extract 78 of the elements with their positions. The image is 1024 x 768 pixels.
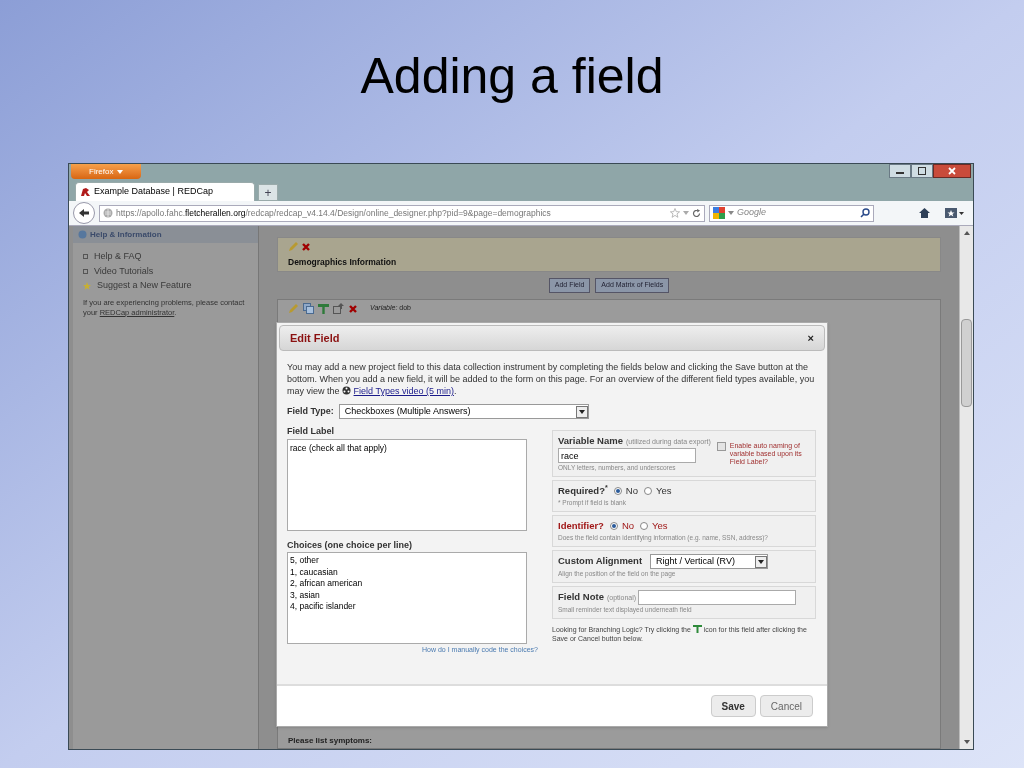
- radio-label: No: [625, 484, 638, 498]
- field-label: Variable Name: [558, 434, 623, 448]
- slide-title: Adding a field: [360, 47, 664, 106]
- tab-title: Example Database | REDCap: [94, 185, 213, 199]
- auto-naming-checkbox[interactable]: [716, 442, 726, 451]
- field-label-text: Please list symptoms:: [288, 735, 374, 747]
- back-button[interactable]: [73, 202, 95, 224]
- back-arrow-icon: [78, 208, 90, 218]
- field-type-dropdown[interactable]: Checkboxes (Multiple Answers): [338, 404, 589, 419]
- copy-icon: [303, 303, 314, 314]
- maximize-icon: [918, 167, 926, 175]
- move-icon: [333, 303, 344, 314]
- field-label: Choices (one choice per line): [287, 538, 414, 552]
- search-bar[interactable]: Google: [709, 204, 874, 222]
- maximize-button[interactable]: [911, 164, 933, 178]
- field-label: Custom Alignment: [558, 554, 643, 569]
- search-engine-icon: [713, 207, 725, 219]
- bullet-icon: [83, 254, 88, 260]
- dialog-title: Edit Field: [290, 330, 340, 346]
- home-icon: [918, 207, 931, 219]
- redcap-logo-icon: [80, 187, 91, 197]
- field-label-input[interactable]: race (check all that apply): [287, 438, 527, 531]
- alignment-dropdown[interactable]: Right / Vertical (RV): [650, 554, 769, 569]
- new-tab-button[interactable]: +: [258, 184, 278, 201]
- radio-button[interactable]: [643, 487, 652, 496]
- section-title: Demographics Information: [288, 256, 398, 269]
- delete-icon: [348, 303, 358, 314]
- pencil-icon: [288, 303, 299, 314]
- search-input[interactable]: Google: [737, 206, 857, 220]
- sidebar-link[interactable]: Video Tutorials: [94, 264, 154, 278]
- scroll-down-icon: [963, 740, 970, 745]
- sidebar-link[interactable]: Suggest a New Feature: [97, 279, 192, 293]
- browser-tab[interactable]: Example Database | REDCap: [75, 182, 255, 201]
- field-label: Required?$^{*}$: [558, 484, 608, 498]
- radio-button[interactable]: [640, 522, 649, 531]
- save-button[interactable]: Save: [710, 695, 756, 717]
- close-button[interactable]: [933, 164, 971, 178]
- field-label: Field Label: [287, 425, 335, 438]
- intro-text: You may add a new project field to this data collection instrument by completing the fields below and clicking the Save button at the bottom. When you add a new field, it will be added to the form on this page. For an overview of the different field types available, you may view the Field Types video (5 min).: [287, 361, 816, 397]
- film-reel-icon: [342, 386, 352, 395]
- branching-logic-icon: [692, 624, 702, 633]
- choices-input[interactable]: 5, other 1, caucasian 2, african american 3, asian 4, pacific islander: [287, 552, 527, 644]
- address-bar[interactable]: https://apollo.fahc.fletcherallen.org/redcap/redcap_v4.14.4/Design/online_designer.php?pid=9&page=demographics: [99, 204, 705, 222]
- field-label: Field Note: [558, 590, 604, 605]
- reload-icon: [692, 208, 701, 218]
- scroll-up-icon: [963, 230, 970, 235]
- radio-button[interactable]: [613, 487, 622, 496]
- field-label: Identifier?: [558, 519, 604, 533]
- caret-icon: [683, 210, 689, 216]
- delete-icon: [301, 241, 311, 252]
- cancel-button[interactable]: Cancel: [759, 695, 813, 717]
- globe-icon: [103, 208, 113, 218]
- video-link[interactable]: Field Types video (5 min): [353, 386, 454, 396]
- scrollbar-thumb[interactable]: [961, 319, 972, 407]
- scrollbar[interactable]: [959, 226, 973, 749]
- caret-icon: [728, 210, 734, 216]
- bookmark-star-icon: [670, 208, 680, 218]
- close-icon: [948, 167, 956, 175]
- star-icon: [83, 281, 91, 290]
- radio-label: No: [621, 519, 635, 533]
- radio-label: Yes: [655, 484, 672, 498]
- url-text: https://apollo.fahc.fletcherallen.org/redcap/redcap_v4.14.4/Design/online_designer.php?pid=9&page=demographics: [116, 206, 551, 220]
- field-note-input[interactable]: [638, 589, 797, 605]
- search-icon: [860, 208, 870, 218]
- branching-icon: [318, 303, 329, 314]
- sidebar-heading: Help & Information: [90, 228, 162, 241]
- pencil-icon: [288, 241, 299, 252]
- variable-name-input[interactable]: race: [558, 448, 696, 464]
- caret-icon: [117, 168, 124, 175]
- close-button[interactable]: ×: [807, 332, 814, 344]
- minimize-button[interactable]: [889, 164, 911, 178]
- sidebar-link[interactable]: Help & FAQ: [94, 250, 142, 264]
- help-icon: [78, 230, 87, 239]
- bullet-icon: [83, 268, 88, 274]
- field-label: Field Type:: [287, 404, 334, 418]
- bookmarks-menu-icon: [945, 207, 965, 219]
- radio-button[interactable]: [609, 522, 618, 531]
- radio-label: Yes: [652, 519, 668, 533]
